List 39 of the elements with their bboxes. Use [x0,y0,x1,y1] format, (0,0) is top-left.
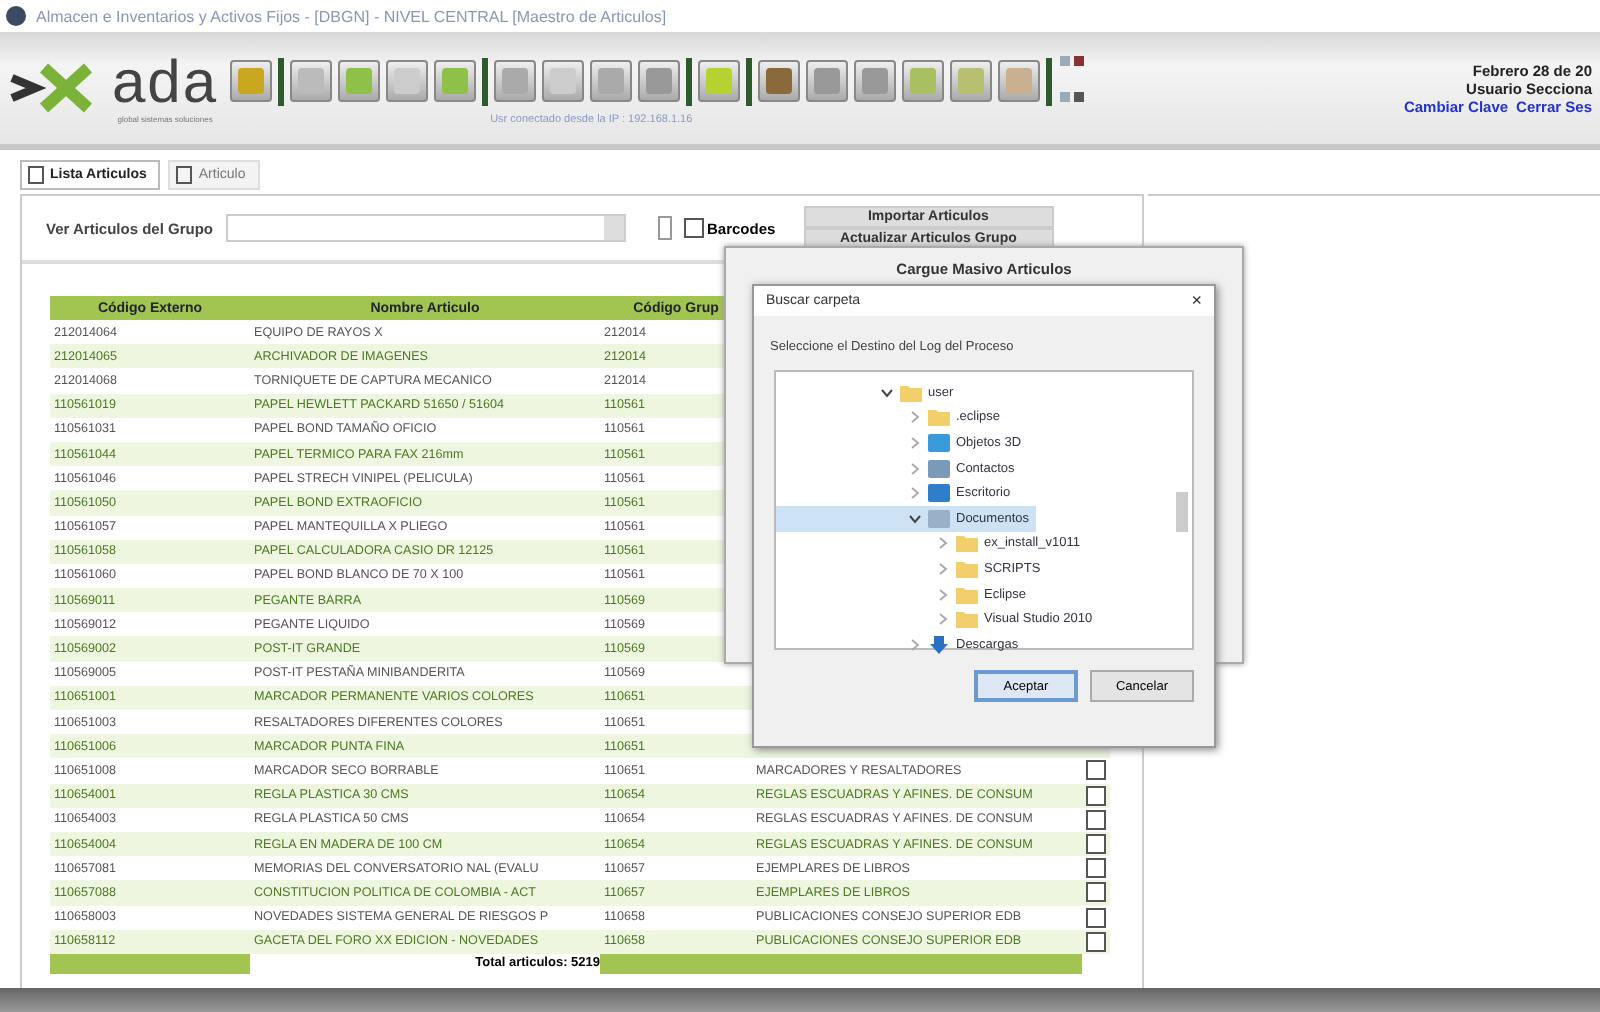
toolbar-button[interactable] [998,60,1041,102]
download-icon [928,635,950,654]
folder-icon [956,585,978,604]
group-dropdown[interactable] [225,214,625,242]
spin-icon[interactable] [657,216,671,240]
toolbar-button[interactable] [950,60,993,102]
toolbar-button[interactable] [854,60,897,102]
scrollbar[interactable] [1176,492,1188,532]
toolbar-button[interactable] [434,60,477,102]
toolbar-button[interactable] [542,60,585,102]
toolbar-button[interactable] [386,60,429,102]
row-checkbox[interactable] [1086,785,1106,806]
row-checkbox[interactable] [1086,931,1106,952]
toolbar-button[interactable] [638,60,681,102]
row-checkbox[interactable] [1086,882,1106,903]
logo-text: ada [112,53,219,113]
toolbar-button[interactable] [806,60,849,102]
row-checkbox[interactable] [1086,834,1106,855]
folder-icon [956,559,978,578]
row-checkbox[interactable] [1086,907,1106,928]
folder-icon [900,383,922,402]
folder-icon [928,408,950,427]
window-title: Almacen e Inventarios y Activos Fijos - [DBGN] - NIVEL CENTRAL [Maestro de Articulos] [36,7,667,25]
toolbar-button[interactable] [758,60,801,102]
row-checkbox[interactable] [1086,809,1106,830]
checkbox[interactable] [683,218,703,238]
toolbar-button[interactable] [230,60,273,102]
collapse-icon[interactable] [880,385,894,400]
toolbar-button[interactable] [590,60,633,102]
toolbar-button[interactable] [902,60,945,102]
row-checkbox[interactable] [1086,858,1106,879]
toolbar-button[interactable] [290,60,333,102]
app-icon [6,6,26,26]
toolbar-button[interactable] [494,60,537,102]
collapse-icon[interactable] [908,511,922,526]
close-button[interactable]: × [1191,294,1202,308]
row-checkbox[interactable] [1086,760,1106,781]
toolbar-button[interactable] [698,60,741,102]
toolbar-button[interactable] [338,60,381,102]
